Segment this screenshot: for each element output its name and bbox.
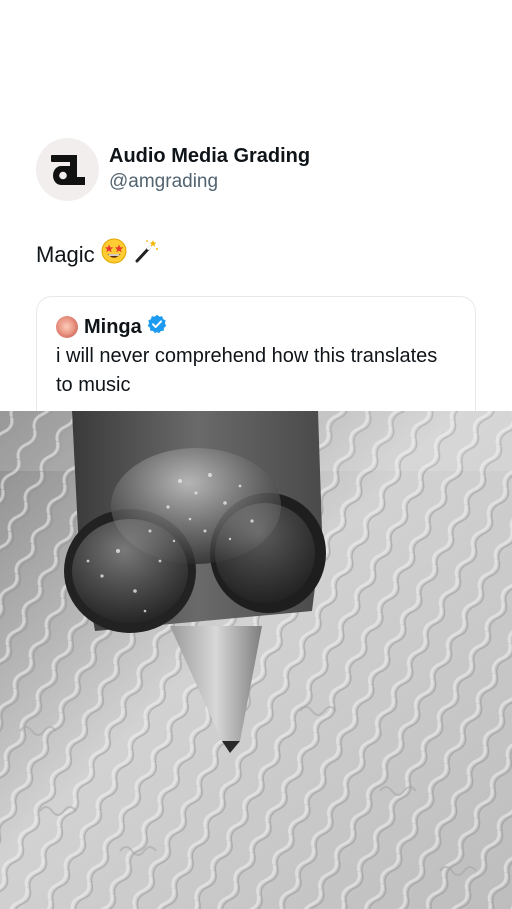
quoted-author-avatar[interactable]	[56, 315, 78, 338]
tweet-screenshot: Audio Media Grading @amgrading Magic Min…	[0, 0, 512, 909]
tweet-body: Magic	[36, 242, 95, 267]
author-avatar[interactable]	[36, 138, 99, 201]
magic-wand-emoji-icon	[133, 238, 159, 272]
star-struck-emoji-icon	[101, 238, 127, 272]
audio-media-grading-logo-icon	[50, 154, 85, 185]
quoted-tweet-text: i will never comprehend how this transla…	[56, 345, 438, 396]
author-header[interactable]: Audio Media Grading @amgrading	[36, 138, 310, 201]
quoted-tweet-header: Minga	[56, 314, 167, 339]
quoted-author-name[interactable]: Minga	[84, 315, 142, 339]
verified-badge-icon	[147, 314, 167, 339]
author-name[interactable]: Audio Media Grading	[109, 144, 310, 168]
tweet-media-image[interactable]	[0, 411, 512, 909]
record-needle-microscope-image	[0, 411, 512, 909]
author-handle[interactable]: @amgrading	[109, 169, 310, 195]
tweet-text: Magic	[36, 238, 159, 272]
